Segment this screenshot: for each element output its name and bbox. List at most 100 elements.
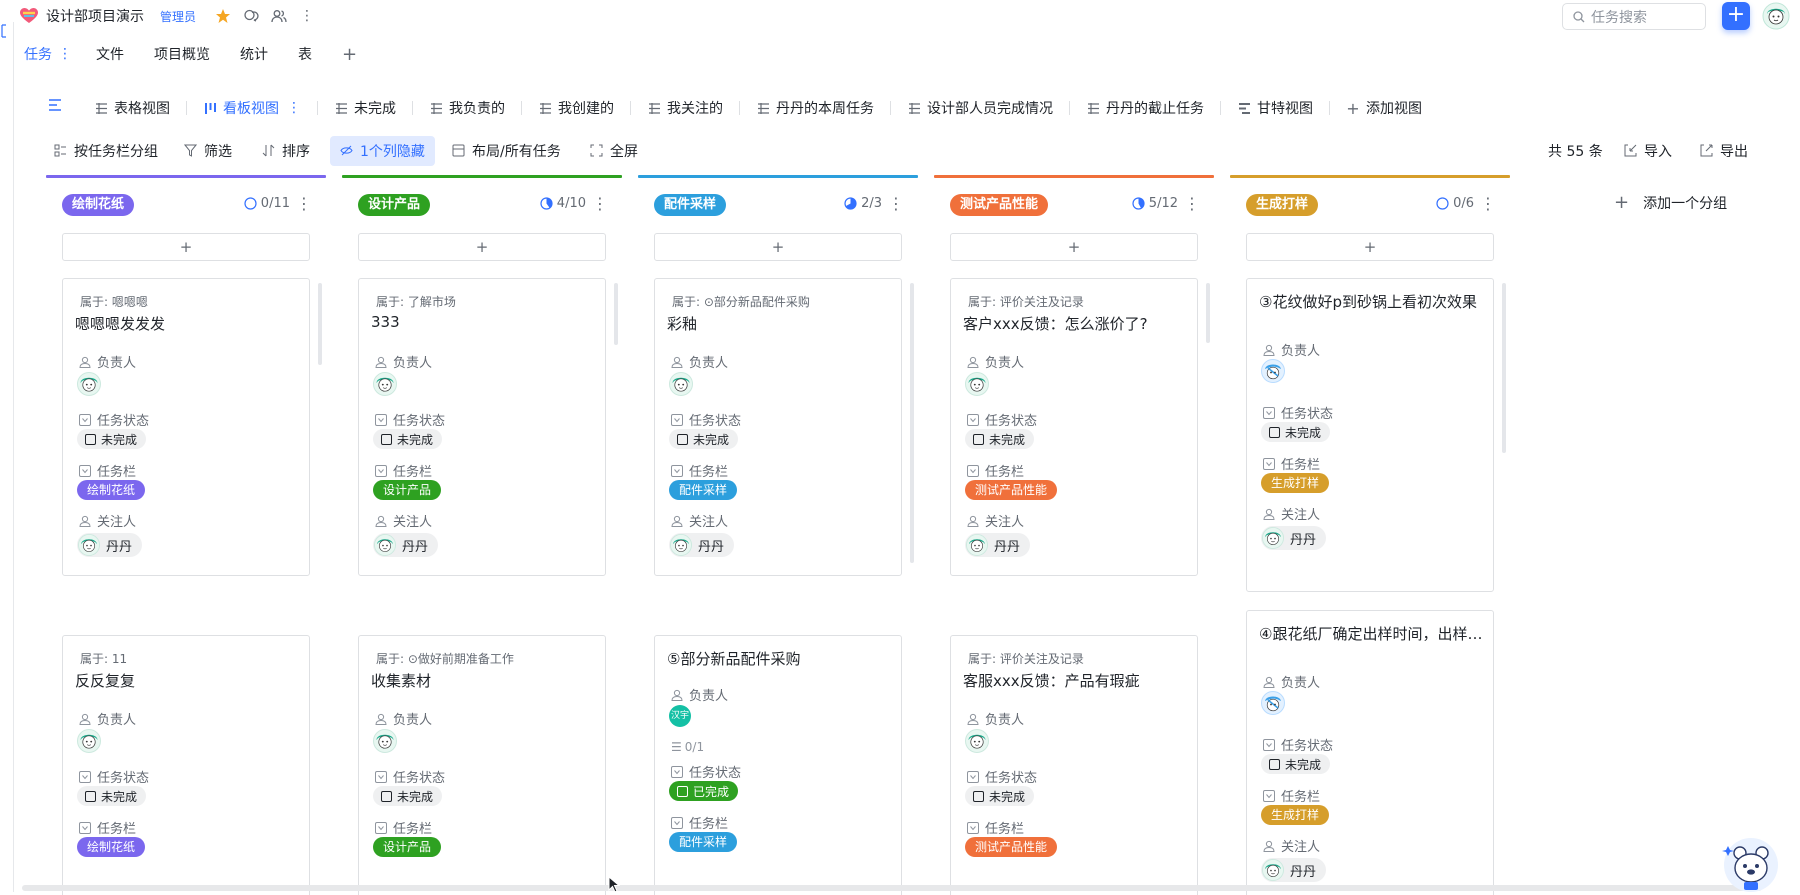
task-card[interactable]: ⑤部分新品配件采购 负责人 汉宇 ☰ 0/1 任务状态 已完成 任务栏 配件采样 — [654, 635, 902, 895]
owner-avatar[interactable] — [669, 372, 693, 396]
follower-chip[interactable]: 丹丹 — [669, 533, 735, 557]
group-pill[interactable]: 生成打样 — [1261, 473, 1330, 493]
view-table[interactable]: 表格视图 — [94, 98, 170, 118]
column-scrollbar[interactable] — [1206, 283, 1210, 343]
column-scrollbar[interactable] — [910, 283, 914, 563]
owner-avatar[interactable] — [965, 372, 989, 396]
group-pill[interactable]: 生成打样 — [1261, 805, 1330, 825]
search-input[interactable]: 任务搜索 — [1562, 3, 1706, 30]
column-more-icon[interactable]: ⋮ — [1480, 193, 1496, 217]
card-title[interactable]: ④跟花纸厂确定出样时间，出样后确认 — [1259, 623, 1485, 644]
owner-avatar[interactable] — [1261, 691, 1285, 715]
collapse-sidebar-icon[interactable] — [0, 22, 8, 40]
card-title[interactable]: 客服xxx反馈：产品有瑕疵 — [963, 670, 1189, 691]
column-more-icon[interactable]: ⋮ — [888, 193, 904, 217]
card-title[interactable]: 333 — [371, 313, 597, 331]
task-card[interactable]: 属于: ⊙做好前期准备工作 收集素材 负责人 任务状态 未完成 任务栏 设计产品 — [358, 635, 606, 895]
owner-avatar[interactable] — [77, 729, 101, 753]
column-title[interactable]: 设计产品 — [358, 194, 431, 216]
view-incomplete[interactable]: 未完成 — [334, 98, 396, 118]
follower-chip[interactable]: 丹丹 — [1261, 526, 1327, 550]
view-mine[interactable]: 我负责的 — [429, 98, 505, 118]
status-pill[interactable]: 未完成 — [669, 429, 739, 449]
status-pill[interactable]: 未完成 — [373, 786, 443, 806]
column-more-icon[interactable]: ⋮ — [296, 193, 312, 217]
owner-avatar[interactable]: 汉宇 — [669, 705, 691, 727]
add-task-button[interactable]: + — [950, 233, 1198, 261]
user-avatar[interactable] — [1762, 2, 1790, 30]
column-title[interactable]: 绘制花纸 — [62, 194, 135, 216]
view-design-completion[interactable]: 设计部人员完成情况 — [907, 98, 1053, 118]
follower-chip[interactable]: 丹丹 — [965, 533, 1031, 557]
task-card[interactable]: 属于: 11 反反复复 负责人 任务状态 未完成 任务栏 绘制花纸 — [62, 635, 310, 895]
tab-tasks-more-icon[interactable]: ⋮ — [58, 46, 72, 62]
import-button[interactable]: 导入 — [1624, 136, 1672, 166]
column-more-icon[interactable]: ⋮ — [592, 193, 608, 217]
status-pill[interactable]: 未完成 — [1261, 422, 1331, 442]
card-title[interactable]: ⑤部分新品配件采购 — [667, 648, 893, 669]
task-card[interactable]: 属于: ⊙部分新品配件采购 彩釉 负责人 任务状态 未完成 任务栏 配件采样 关… — [654, 278, 902, 576]
owner-avatar[interactable] — [373, 372, 397, 396]
tab-tasks[interactable]: 任务 — [24, 44, 52, 64]
chat-icon[interactable] — [242, 7, 260, 25]
task-card[interactable]: 属于: 评价关注及记录 客户xxx反馈：怎么涨价了? 负责人 任务状态 未完成 … — [950, 278, 1198, 576]
owner-avatar[interactable] — [373, 729, 397, 753]
task-card[interactable]: 属于: 嗯嗯嗯 嗯嗯嗯发发发 负责人 任务状态 未完成 任务栏 绘制花纸 关注人… — [62, 278, 310, 576]
export-button[interactable]: 导出 — [1700, 136, 1748, 166]
filter-button[interactable]: 筛选 — [184, 136, 232, 166]
create-button[interactable]: + — [1722, 2, 1750, 30]
group-pill[interactable]: 绘制花纸 — [77, 480, 146, 500]
follower-chip[interactable]: 丹丹 — [77, 533, 143, 557]
column-more-icon[interactable]: ⋮ — [1184, 193, 1200, 217]
add-task-button[interactable]: + — [1246, 233, 1494, 261]
owner-avatar[interactable] — [77, 372, 101, 396]
tab-files[interactable]: 文件 — [96, 44, 124, 64]
view-created[interactable]: 我创建的 — [538, 98, 614, 118]
card-title[interactable]: ③花纹做好p到砂锅上看初次效果 — [1259, 291, 1485, 312]
column-scrollbar[interactable] — [318, 283, 322, 365]
view-dandan-week[interactable]: 丹丹的本周任务 — [756, 98, 874, 118]
status-pill[interactable]: 未完成 — [1261, 754, 1331, 774]
follower-chip[interactable]: 丹丹 — [373, 533, 439, 557]
add-tab-plus-icon[interactable]: + — [342, 44, 357, 65]
fullscreen-button[interactable]: 全屏 — [590, 136, 638, 166]
hidden-columns-button[interactable]: 1个列隐藏 — [330, 136, 435, 166]
add-group-button[interactable]: + 添加一个分组 — [1614, 192, 1727, 213]
add-view-button[interactable]: + 添加视图 — [1346, 98, 1422, 118]
group-pill[interactable]: 测试产品性能 — [965, 480, 1058, 500]
group-by-button[interactable]: 按任务栏分组 — [54, 136, 158, 166]
card-title[interactable]: 客户xxx反馈：怎么涨价了? — [963, 313, 1189, 334]
column-title[interactable]: 生成打样 — [1246, 194, 1319, 216]
layout-button[interactable]: 布局/所有任务 — [452, 136, 561, 166]
project-title[interactable]: 设计部项目演示 — [46, 6, 144, 26]
card-title[interactable]: 嗯嗯嗯发发发 — [75, 313, 301, 334]
horizontal-scrollbar[interactable] — [22, 885, 1762, 891]
view-kanban-more-icon[interactable]: ⋮ — [287, 100, 301, 116]
members-icon[interactable] — [270, 7, 288, 25]
task-card[interactable]: ③花纹做好p到砂锅上看初次效果 负责人 任务状态 未完成 任务栏 生成打样 关注… — [1246, 278, 1494, 592]
more-vertical-icon[interactable]: ⋮ — [298, 7, 316, 25]
status-pill[interactable]: 未完成 — [965, 429, 1035, 449]
status-pill[interactable]: 未完成 — [77, 429, 147, 449]
card-title[interactable]: 反反复复 — [75, 670, 301, 691]
view-following[interactable]: 我关注的 — [647, 98, 723, 118]
task-card[interactable]: 属于: 评价关注及记录 客服xxx反馈：产品有瑕疵 负责人 任务状态 未完成 任… — [950, 635, 1198, 895]
column-title[interactable]: 配件采样 — [654, 194, 727, 216]
status-pill[interactable]: 未完成 — [373, 429, 443, 449]
owner-avatar[interactable] — [1261, 359, 1285, 383]
tab-statistics[interactable]: 统计 — [240, 44, 268, 64]
view-dandan-deadline[interactable]: 丹丹的截止任务 — [1086, 98, 1204, 118]
card-title[interactable]: 彩釉 — [667, 313, 893, 334]
status-pill[interactable]: 已完成 — [669, 781, 739, 801]
status-pill[interactable]: 未完成 — [965, 786, 1035, 806]
tab-table[interactable]: 表 — [298, 44, 312, 64]
star-icon[interactable] — [214, 7, 232, 25]
group-pill[interactable]: 绘制花纸 — [77, 837, 146, 857]
column-scrollbar[interactable] — [1502, 283, 1506, 453]
add-task-button[interactable]: + — [654, 233, 902, 261]
owner-avatar[interactable] — [965, 729, 989, 753]
assistant-bear-icon[interactable] — [1722, 836, 1780, 894]
follower-chip[interactable]: 丹丹 — [1261, 858, 1327, 882]
column-scrollbar[interactable] — [614, 283, 618, 345]
tab-overview[interactable]: 项目概览 — [154, 44, 210, 64]
